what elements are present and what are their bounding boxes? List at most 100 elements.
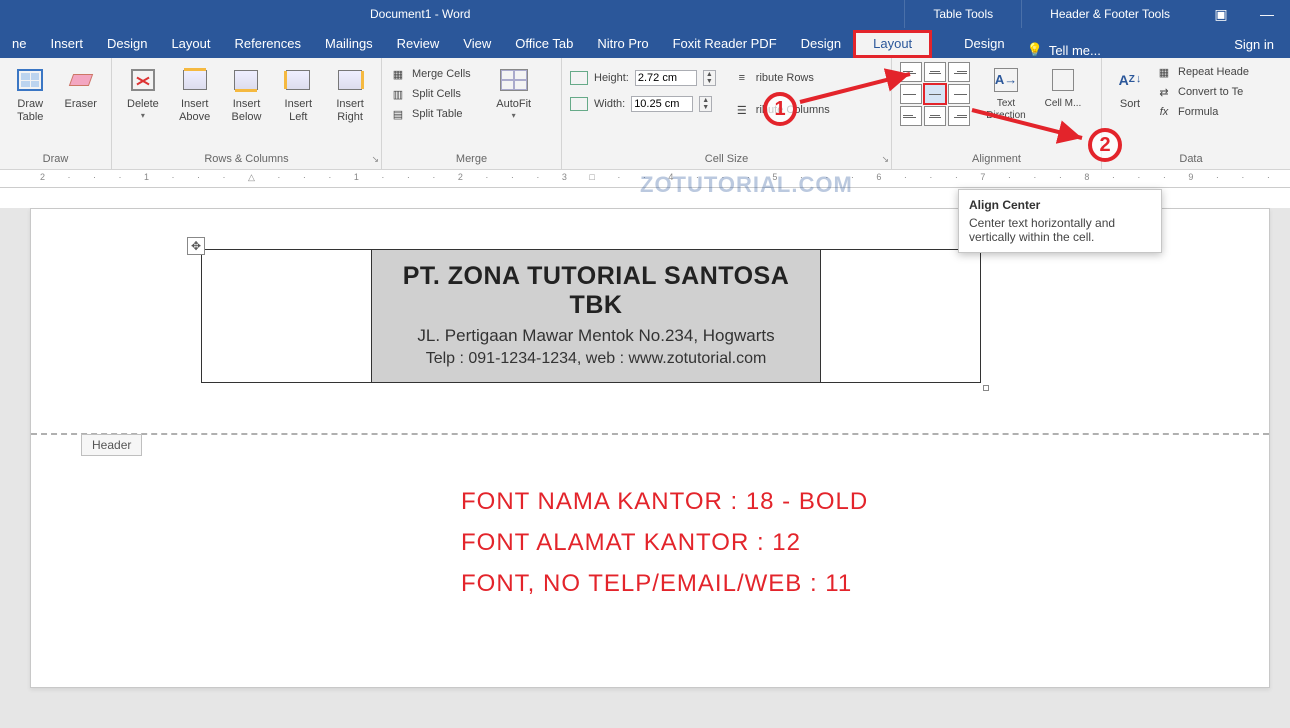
autofit-icon xyxy=(500,69,528,91)
convert-to-text-icon: ⇄ xyxy=(1156,84,1172,100)
annotation-arrow-2 xyxy=(972,108,1092,153)
split-table-icon: ▤ xyxy=(390,106,406,122)
height-input[interactable] xyxy=(635,70,697,86)
group-label-merge: Merge xyxy=(382,151,561,167)
context-tab-table-tools: Table Tools xyxy=(904,0,1021,28)
insert-above-label: Insert Above xyxy=(172,98,218,124)
split-cells-button[interactable]: ▥ Split Cells xyxy=(390,86,471,102)
table-cell-left[interactable] xyxy=(202,250,372,382)
dropdown-caret-icon: ▾ xyxy=(512,111,516,121)
merge-cells-label: Merge Cells xyxy=(412,68,471,80)
repeat-header-label: Repeat Heade xyxy=(1178,66,1249,78)
table-move-handle-icon[interactable]: ✥ xyxy=(187,237,205,255)
insert-right-label: Insert Right xyxy=(327,98,373,124)
align-top-right-button[interactable] xyxy=(948,62,970,82)
tooltip-align-center: Align Center Center text horizontally an… xyxy=(958,189,1162,253)
dropdown-caret-icon: ▾ xyxy=(141,111,145,121)
formula-icon: fx xyxy=(1156,104,1172,120)
tell-me-search[interactable]: 💡 Tell me... xyxy=(1017,42,1111,58)
dialog-launcher-rows-columns[interactable]: ↘ xyxy=(371,154,379,165)
sign-in-link[interactable]: Sign in xyxy=(1226,31,1282,58)
sort-label: Sort xyxy=(1120,98,1140,111)
group-label-alignment: Alignment xyxy=(892,151,1101,167)
split-table-button[interactable]: ▤ Split Table xyxy=(390,106,471,122)
tab-table-layout[interactable]: Layout xyxy=(853,30,932,58)
header-section-tag: Header xyxy=(81,434,142,456)
convert-to-text-button[interactable]: ⇄ Convert to Te xyxy=(1156,84,1249,100)
table-cell-right[interactable] xyxy=(820,250,980,382)
align-bottom-center-button[interactable] xyxy=(924,106,946,126)
merge-cells-icon: ▦ xyxy=(390,66,406,82)
company-contact: Telp : 091-1234-1234, web : www.zotutori… xyxy=(382,350,810,368)
tooltip-body: Center text horizontally and vertically … xyxy=(969,216,1151,244)
dialog-launcher-cell-size[interactable]: ↘ xyxy=(881,154,889,165)
insert-left-icon xyxy=(286,70,310,90)
ribbon-display-options-icon[interactable]: ▣ xyxy=(1198,0,1244,28)
tab-review[interactable]: Review xyxy=(385,30,452,58)
tab-home[interactable]: ne xyxy=(0,30,38,58)
split-cells-icon: ▥ xyxy=(390,86,406,102)
autofit-label: AutoFit xyxy=(496,98,531,111)
tab-layout[interactable]: Layout xyxy=(159,30,222,58)
tab-design[interactable]: Design xyxy=(95,30,159,58)
width-label: Width: xyxy=(594,98,625,110)
header-boundary xyxy=(31,433,1269,435)
horizontal-ruler[interactable]: 2 · · · 1 · · · △ · · · 1 · · · 2 · · · … xyxy=(0,170,1290,188)
height-label: Height: xyxy=(594,72,629,84)
sort-icon: AZ↓ xyxy=(1119,72,1142,89)
width-icon xyxy=(570,97,588,111)
annotation-text: Font nama kantor : 18 - Bold Font Alamat… xyxy=(461,482,1189,604)
group-label-rows-columns: Rows & Columns xyxy=(112,151,381,167)
annotation-line-2: Font Alamat kantor : 12 xyxy=(461,523,1189,564)
annotation-line-1: Font nama kantor : 18 - Bold xyxy=(461,482,1189,523)
eraser-label: Eraser xyxy=(65,98,97,111)
delete-label: Delete xyxy=(127,98,159,111)
document-page[interactable]: ✥ PT. ZONA TUTORIAL SANTOSA TBK JL. Pert… xyxy=(30,208,1270,688)
tab-mailings[interactable]: Mailings xyxy=(313,30,385,58)
split-table-label: Split Table xyxy=(412,108,463,120)
insert-below-label: Insert Below xyxy=(224,98,270,124)
split-cells-label: Split Cells xyxy=(412,88,461,100)
eraser-icon xyxy=(69,74,93,86)
repeat-header-icon: ▦ xyxy=(1156,64,1172,80)
tab-office-tab[interactable]: Office Tab xyxy=(503,30,585,58)
convert-to-text-label: Convert to Te xyxy=(1178,86,1243,98)
tab-table-design[interactable]: Design xyxy=(789,30,853,58)
align-middle-right-button[interactable] xyxy=(948,84,970,104)
tab-insert[interactable]: Insert xyxy=(38,30,95,58)
formula-button[interactable]: fx Formula xyxy=(1156,104,1249,120)
tab-nitro-pro[interactable]: Nitro Pro xyxy=(585,30,660,58)
tab-header-footer-design[interactable]: Design xyxy=(952,30,1016,58)
group-label-cell-size: Cell Size xyxy=(562,151,891,167)
insert-right-icon xyxy=(338,70,362,90)
text-direction-icon: A→ xyxy=(994,68,1018,92)
letterhead-table[interactable]: PT. ZONA TUTORIAL SANTOSA TBK JL. Pertig… xyxy=(201,249,981,383)
merge-cells-button[interactable]: ▦ Merge Cells xyxy=(390,66,471,82)
align-bottom-right-button[interactable] xyxy=(948,106,970,126)
tab-references[interactable]: References xyxy=(223,30,313,58)
group-label-data: Data xyxy=(1102,151,1280,167)
insert-above-icon xyxy=(183,70,207,90)
distribute-columns-icon: ☰ xyxy=(734,102,750,118)
height-icon xyxy=(570,71,588,85)
width-spinner[interactable]: ▲▼ xyxy=(699,96,712,112)
align-center-button[interactable] xyxy=(924,84,946,104)
formula-label: Formula xyxy=(1178,106,1218,118)
align-top-center-button[interactable] xyxy=(924,62,946,82)
distribute-rows-icon: ≡ xyxy=(734,70,750,86)
tab-foxit-reader-pdf[interactable]: Foxit Reader PDF xyxy=(661,30,789,58)
lightbulb-icon: 💡 xyxy=(1027,42,1043,58)
width-input[interactable] xyxy=(631,96,693,112)
company-name: PT. ZONA TUTORIAL SANTOSA TBK xyxy=(382,262,810,320)
table-resize-handle-icon[interactable] xyxy=(983,385,989,391)
annotation-arrow-1 xyxy=(800,72,920,117)
tab-view[interactable]: View xyxy=(451,30,503,58)
table-cell-center[interactable]: PT. ZONA TUTORIAL SANTOSA TBK JL. Pertig… xyxy=(372,250,820,382)
repeat-header-rows-button[interactable]: ▦ Repeat Heade xyxy=(1156,64,1249,80)
height-spinner[interactable]: ▲▼ xyxy=(703,70,716,86)
ruler-marks: 2 · · · 1 · · · △ · · · 1 · · · 2 · · · … xyxy=(40,172,1290,183)
window-minimize-icon[interactable]: — xyxy=(1244,0,1290,28)
group-label-draw: Draw xyxy=(0,151,111,167)
draw-table-icon xyxy=(17,69,43,91)
annotation-callout-2: 2 xyxy=(1088,128,1122,162)
